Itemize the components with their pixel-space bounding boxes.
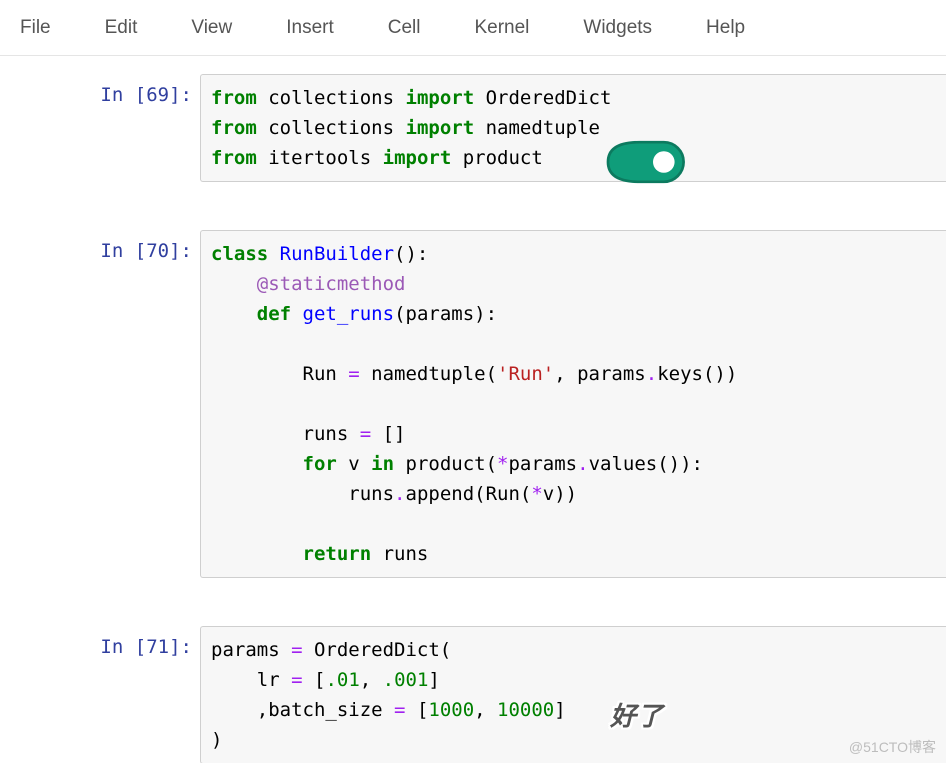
menu-view[interactable]: View	[185, 13, 238, 43]
input-prompt: In [71]:	[0, 626, 200, 658]
code-content: params = OrderedDict( lr = [.01, .001] ,…	[211, 635, 936, 755]
input-prompt: In [70]:	[0, 230, 200, 262]
notebook-container: In [69]: from collections import Ordered…	[0, 56, 946, 763]
prompt-number: 71	[146, 636, 169, 658]
menu-cell[interactable]: Cell	[382, 13, 427, 43]
prompt-label: In	[100, 240, 123, 262]
prompt-label: In	[100, 636, 123, 658]
code-content: class RunBuilder(): @staticmethod def ge…	[211, 239, 936, 569]
menu-insert[interactable]: Insert	[280, 13, 340, 43]
watermark: @51CTO博客	[849, 737, 936, 757]
code-cell: In [69]: from collections import Ordered…	[0, 74, 946, 182]
prompt-number: 70	[146, 240, 169, 262]
code-input[interactable]: params = OrderedDict( lr = [.01, .001] ,…	[200, 626, 946, 763]
menu-edit[interactable]: Edit	[99, 13, 144, 43]
input-prompt: In [69]:	[0, 74, 200, 106]
code-input[interactable]: class RunBuilder(): @staticmethod def ge…	[200, 230, 946, 578]
menubar: File Edit View Insert Cell Kernel Widget…	[0, 0, 946, 56]
menu-kernel[interactable]: Kernel	[468, 13, 535, 43]
code-content: from collections import OrderedDict from…	[211, 83, 936, 173]
menu-widgets[interactable]: Widgets	[577, 13, 658, 43]
code-input[interactable]: from collections import OrderedDict from…	[200, 74, 946, 182]
menu-file[interactable]: File	[14, 13, 57, 43]
code-cell: In [70]: class RunBuilder(): @staticmeth…	[0, 230, 946, 578]
video-caption-overlay: 好了	[610, 696, 664, 733]
code-cell: In [71]: params = OrderedDict( lr = [.01…	[0, 626, 946, 763]
prompt-number: 69	[146, 84, 169, 106]
menu-help[interactable]: Help	[700, 13, 751, 43]
prompt-label: In	[100, 84, 123, 106]
